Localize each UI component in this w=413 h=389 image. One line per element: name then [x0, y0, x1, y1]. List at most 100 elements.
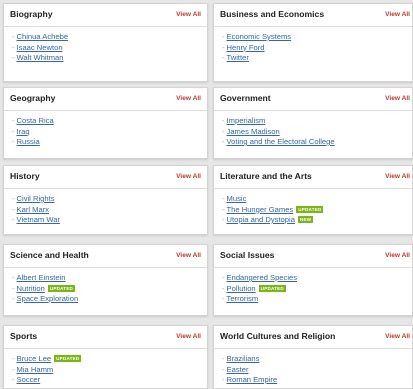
topic-link[interactable]: Endangered Species — [227, 273, 298, 282]
topic-card-geography: Geography View All - Costa Rica - Iraq - Ru… — [3, 87, 208, 159]
list-item: - Chinua Achebe — [12, 32, 69, 41]
updated-badge: UPDATED — [47, 284, 76, 292]
topic-link[interactable]: Twitter — [227, 53, 249, 62]
topic-link-list: - Chinua Achebe - Isaac Newton - Walt Whitm… — [12, 32, 68, 64]
updated-badge: UPDATED — [54, 355, 82, 362]
view-all-link[interactable]: View All — [176, 173, 201, 180]
topic-link[interactable]: Nutrition — [17, 284, 45, 293]
card-title: Social Issues — [220, 250, 275, 260]
topic-link[interactable]: Roman Empire — [227, 375, 278, 384]
card-header: Geography View All — [4, 88, 207, 111]
list-item: - Space Exploration — [12, 294, 79, 303]
topic-link-list: - Endangered Species - Pollution UPDATED -T… — [222, 273, 297, 305]
updated-badge: UPDATED — [296, 205, 324, 213]
topic-link[interactable]: Costa Rica — [17, 116, 54, 125]
topic-link[interactable]: Imperialism — [227, 116, 266, 125]
view-all-link[interactable]: View All — [385, 333, 410, 340]
topic-link[interactable]: Pollution — [227, 284, 256, 293]
topic-link[interactable]: Economic Systems — [227, 32, 292, 41]
topic-link-list: - Albert Einstein - Nutrition UPDATED - Spac… — [12, 273, 78, 305]
topic-link[interactable]: Space Exploration — [17, 294, 79, 303]
card-header: Sports View All — [4, 326, 207, 349]
view-all-link[interactable]: View All — [385, 252, 410, 259]
topic-link[interactable]: Easter — [227, 365, 249, 374]
card-header: Social Issues View All — [214, 245, 412, 268]
list-item: - Voting and the Electoral College — [222, 137, 335, 146]
list-item: - Endangered Species — [222, 273, 298, 282]
topic-link[interactable]: Chinua Achebe — [17, 32, 69, 41]
card-title: Geography — [10, 93, 56, 103]
view-all-link[interactable]: View All — [176, 333, 201, 340]
view-all-link[interactable]: View All — [176, 95, 201, 102]
topic-link-list: - Music - The Hunger Games UPDATED - Utopia … — [222, 194, 324, 226]
topic-link[interactable]: Vietnam War — [17, 215, 60, 224]
topic-card-history: History View All - Civil Rights - Karl Mar… — [3, 165, 208, 235]
card-title: Literature and the Arts — [220, 171, 312, 181]
card-title: History — [10, 171, 40, 181]
topic-link-list: - Costa Rica - Iraq - Russia — [12, 116, 54, 148]
list-item: - Isaac Newton — [12, 42, 63, 52]
updated-badge: UPDATED — [258, 284, 286, 292]
list-item: - Economic Systems — [222, 32, 292, 41]
card-header: Business and Economics View All — [214, 4, 412, 27]
list-item: - Easter — [222, 364, 249, 374]
topic-card-world-cultures-and-religion: World Cultures and Religion View All - Br… — [213, 325, 413, 389]
card-title: Science and Health — [10, 250, 89, 260]
topic-link-list: - Brazilians - Easter - Roman Empire — [222, 354, 277, 386]
topic-link[interactable]: Isaac Newton — [17, 43, 63, 52]
topic-link[interactable]: Soccer — [17, 375, 41, 384]
list-item: - Imperialism — [222, 116, 266, 125]
list-item: - Twitter — [222, 53, 249, 62]
list-item: - Pollution UPDATED — [222, 283, 286, 293]
topic-link[interactable]: Albert Einstein — [17, 273, 66, 282]
topic-link[interactable]: Henry Ford — [227, 43, 265, 52]
list-item: - Iraq — [12, 126, 30, 136]
topic-card-government: Government View All - Imperialism - James … — [213, 87, 413, 159]
topic-link[interactable]: Iraq — [17, 127, 30, 136]
list-item: - Albert Einstein — [12, 273, 66, 282]
topic-link[interactable]: Voting and the Electoral College — [227, 137, 335, 146]
view-all-link[interactable]: View All — [385, 173, 410, 180]
topic-card-sports: Sports View All - Bruce Lee UPDATED - Mia H… — [3, 325, 208, 389]
list-item: - James Madison — [222, 126, 280, 136]
topic-link[interactable]: Music — [227, 194, 247, 203]
list-item: - Karl Marx — [12, 204, 50, 214]
card-header: World Cultures and Religion View All — [214, 326, 412, 349]
card-header: Government View All — [214, 88, 412, 111]
topic-link-list: - Economic Systems - Henry Ford - Twitter — [222, 32, 291, 64]
topic-link[interactable]: Karl Marx — [17, 205, 50, 214]
card-header: History View All — [4, 166, 207, 189]
list-item: - Civil Rights — [12, 194, 55, 203]
list-item: - Music — [222, 194, 247, 203]
topic-link[interactable]: Walt Whitman — [17, 53, 64, 62]
list-item: - Walt Whitman — [12, 53, 64, 62]
topic-link[interactable]: James Madison — [227, 127, 280, 136]
topic-link[interactable]: Russia — [17, 137, 40, 146]
new-badge: NEW — [297, 216, 314, 223]
card-header: Biography View All — [4, 4, 207, 27]
list-item: - Terrorism — [222, 294, 259, 303]
topic-link[interactable]: Terrorism — [227, 294, 259, 303]
topic-card-business-and-economics: Business and Economics View All - Economi… — [213, 3, 413, 82]
topic-link[interactable]: Mia Hamm — [17, 365, 54, 374]
topic-card-social-issues: Social Issues View All - Endangered Speci… — [213, 244, 413, 316]
topic-link[interactable]: Utopia and Dystopia — [227, 215, 295, 224]
topic-card-biography: Biography View All - Chinua Achebe - Isaac… — [3, 3, 208, 82]
topic-link[interactable]: Brazilians — [227, 354, 260, 363]
topic-link[interactable]: Bruce Lee — [17, 354, 52, 363]
topic-link-list: - Civil Rights - Karl Marx - Vietnam War — [12, 194, 60, 226]
card-title: Business and Economics — [220, 9, 325, 19]
list-item: - The Hunger Games UPDATED — [222, 204, 324, 214]
list-item: - Henry Ford — [222, 42, 265, 52]
view-all-link[interactable]: View All — [176, 11, 201, 18]
view-all-link[interactable]: View All — [385, 95, 410, 102]
topic-link[interactable]: The Hunger Games — [227, 205, 294, 214]
topic-link-list: - Bruce Lee UPDATED - Mia Hamm - Soccer — [12, 354, 82, 386]
card-title: Sports — [10, 331, 38, 341]
view-all-link[interactable]: View All — [385, 11, 410, 18]
card-header: Literature and the Arts View All — [214, 166, 412, 189]
list-item: - Vietnam War — [12, 215, 60, 224]
list-item: - Soccer — [12, 375, 41, 384]
view-all-link[interactable]: View All — [176, 252, 201, 259]
topic-link[interactable]: Civil Rights — [17, 194, 55, 203]
